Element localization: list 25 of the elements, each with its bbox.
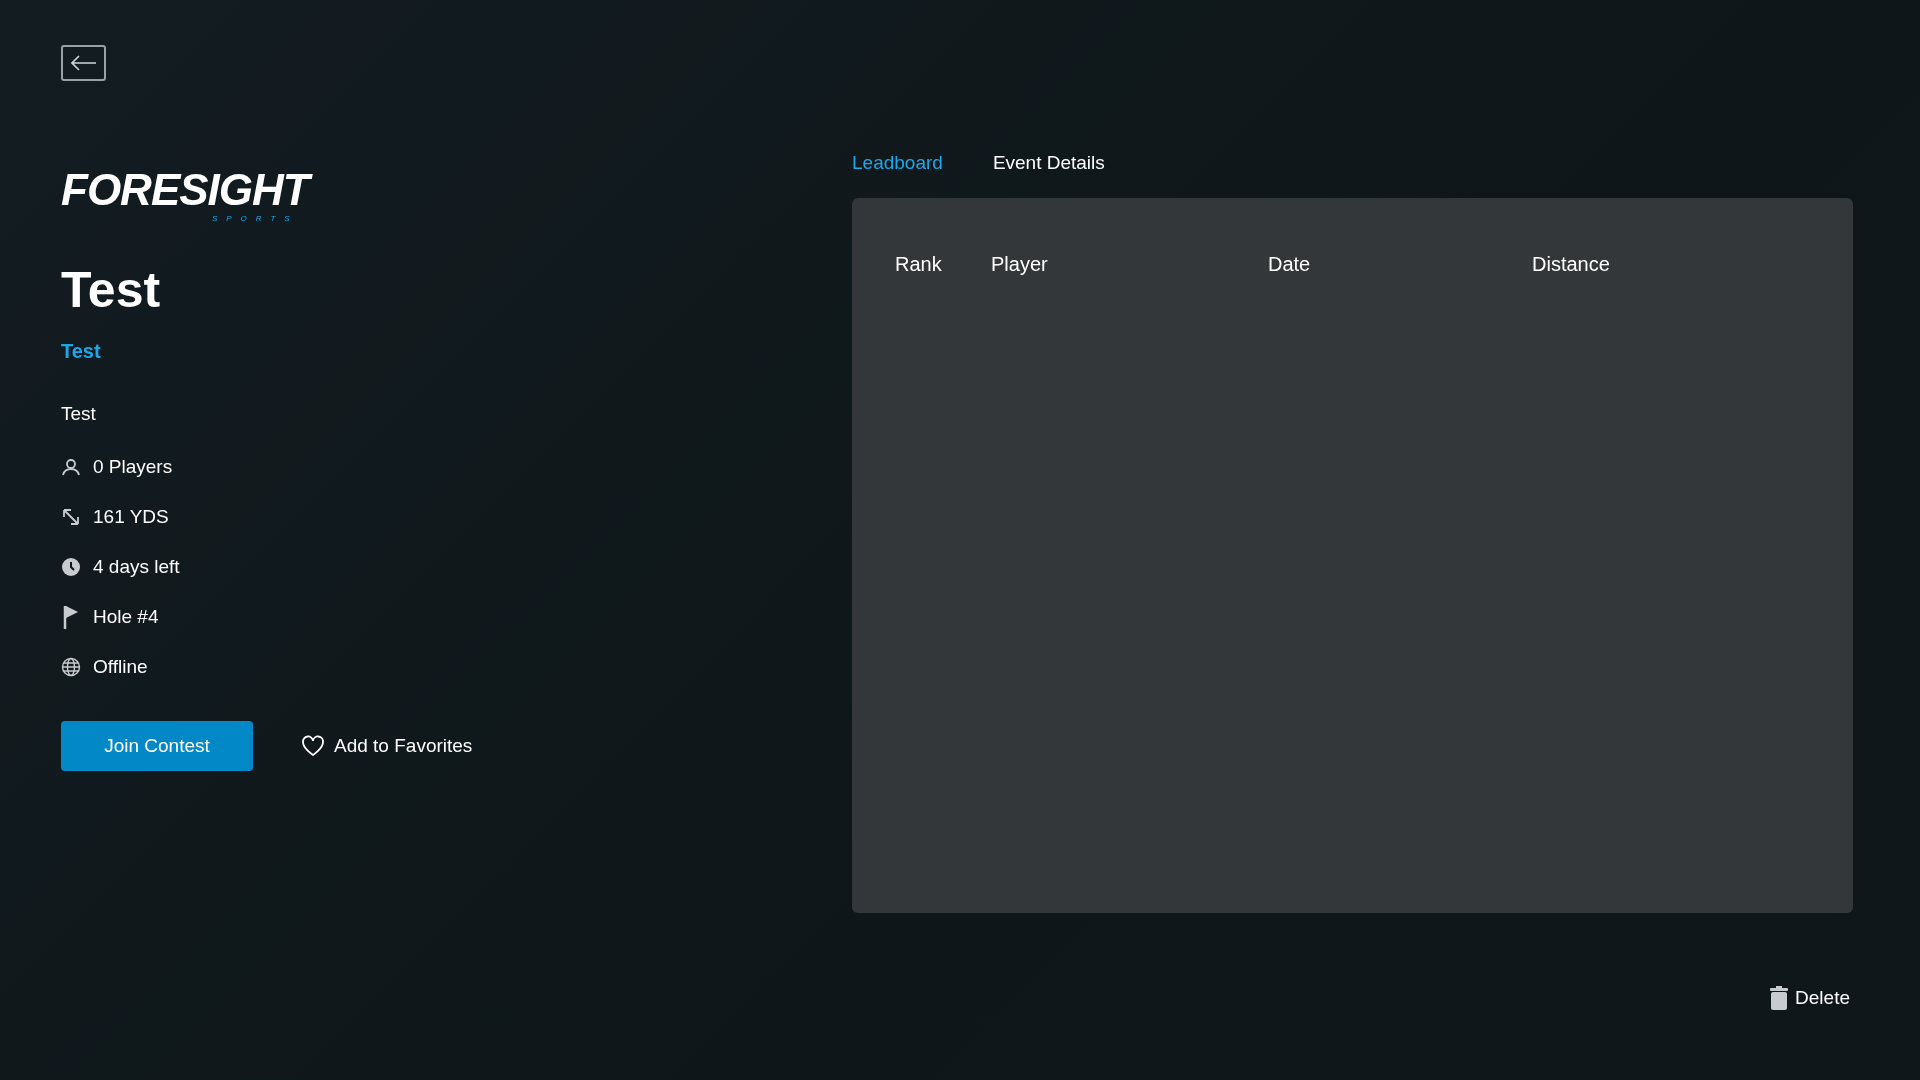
stat-text: 0 Players <box>93 456 173 478</box>
contest-title: Test <box>61 261 161 319</box>
delete-button[interactable]: Delete <box>1769 986 1850 1010</box>
tab[interactable]: Event Details <box>992 152 1105 176</box>
tab[interactable]: Leadboard <box>852 152 943 176</box>
column-header: Date <box>1268 253 1312 276</box>
stat-text: 161 YDS <box>93 506 169 528</box>
stat-text: Offline <box>93 656 148 678</box>
contest-subtitle: Test <box>61 340 101 363</box>
column-header: Rank <box>895 253 943 276</box>
add-to-favorites-button[interactable]: Add to Favorites <box>301 735 473 757</box>
column-header: Distance <box>1532 253 1611 276</box>
logo-tagline: SPORTS <box>211 214 299 223</box>
contest-description: Test <box>61 403 96 425</box>
clock-icon <box>61 557 81 577</box>
globe-icon <box>61 657 81 677</box>
back-arrow-icon <box>70 55 97 71</box>
person-icon <box>61 457 81 477</box>
column-header: Player <box>991 253 1049 276</box>
diagonal-arrow-icon <box>61 507 81 527</box>
back-button[interactable] <box>61 45 106 81</box>
stat-text: Hole #4 <box>93 606 159 628</box>
trash-icon <box>1769 986 1790 1010</box>
join-contest-button[interactable]: Join Contest <box>61 721 253 771</box>
stat-text: 4 days left <box>93 556 180 578</box>
